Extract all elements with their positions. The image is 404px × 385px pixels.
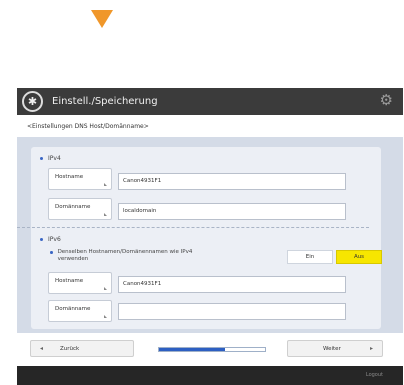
screen-subtitle: <Einstellungen DNS Host/Domänname> [27, 122, 149, 130]
ipv4-domain-field[interactable]: localdomain [118, 203, 346, 220]
ipv4-hostname-button[interactable]: Hostname [48, 168, 112, 190]
ipv4-hostname-value: Canon4931F1 [123, 178, 162, 184]
ipv6-hostname-button[interactable]: Hostname [48, 272, 112, 294]
title-bar: ✱ Einstell./Speicherung ⚙ [17, 88, 403, 115]
gear-icon[interactable]: ⚙ [380, 93, 393, 108]
progress-fill [159, 348, 225, 351]
ipv6-domain-field[interactable] [118, 303, 346, 320]
ipv6-label: IPv6 [48, 236, 61, 243]
same-name-option: Denselben Hostnamen/Domänennamen wie IPv… [50, 249, 200, 263]
section-divider [17, 227, 369, 228]
settings-register-logo-icon: ✱ [22, 91, 43, 112]
ipv4-hostname-field[interactable]: Canon4931F1 [118, 173, 346, 190]
ipv6-domain-button[interactable]: Domänname [48, 300, 112, 322]
ipv4-domain-button-label: Domänname [55, 204, 91, 210]
ipv6-hostname-button-label: Hostname [55, 278, 84, 284]
next-arrow-icon: ▸ [369, 345, 373, 352]
ipv6-hostname-value: Canon4931F1 [123, 281, 162, 287]
toggle-on-button[interactable]: Ein [287, 250, 333, 264]
subtitle-bar: <Einstellungen DNS Host/Domänname> [17, 115, 403, 137]
same-name-label: Denselben Hostnamen/Domänennamen wie IPv… [57, 249, 193, 262]
ipv6-domain-button-label: Domänname [55, 306, 91, 312]
back-button[interactable]: ◂ Zurück [30, 340, 134, 357]
progress-bar [158, 347, 266, 352]
ipv4-domain-value: localdomain [123, 208, 157, 214]
corner-triangle-icon [104, 183, 107, 186]
orange-down-arrow-icon [91, 10, 113, 28]
ipv4-section-label: IPv4 [40, 155, 61, 162]
corner-triangle-icon [104, 287, 107, 290]
next-button[interactable]: Weiter ▸ [287, 340, 383, 357]
toggle-off-button[interactable]: Aus [336, 250, 382, 264]
next-button-label: Weiter [323, 345, 341, 352]
ipv4-domain-button[interactable]: Domänname [48, 198, 112, 220]
ipv4-hostname-button-label: Hostname [55, 174, 84, 180]
corner-triangle-icon [104, 213, 107, 216]
back-arrow-icon: ◂ [40, 345, 44, 352]
corner-triangle-icon [104, 315, 107, 318]
bullet-icon [50, 251, 53, 254]
status-bar: Logout [17, 366, 403, 385]
ipv6-hostname-field[interactable]: Canon4931F1 [118, 276, 346, 293]
toggle-on-label: Ein [305, 254, 315, 260]
toggle-off-label: Aus [353, 254, 365, 260]
back-button-label: Zurück [60, 345, 80, 352]
window-title: Einstell./Speicherung [52, 96, 158, 107]
ipv6-section-label: IPv6 [40, 236, 61, 243]
logout-button[interactable]: Logout [366, 372, 383, 378]
bullet-icon [40, 238, 43, 241]
ipv4-label: IPv4 [48, 155, 61, 162]
bullet-icon [40, 157, 43, 160]
